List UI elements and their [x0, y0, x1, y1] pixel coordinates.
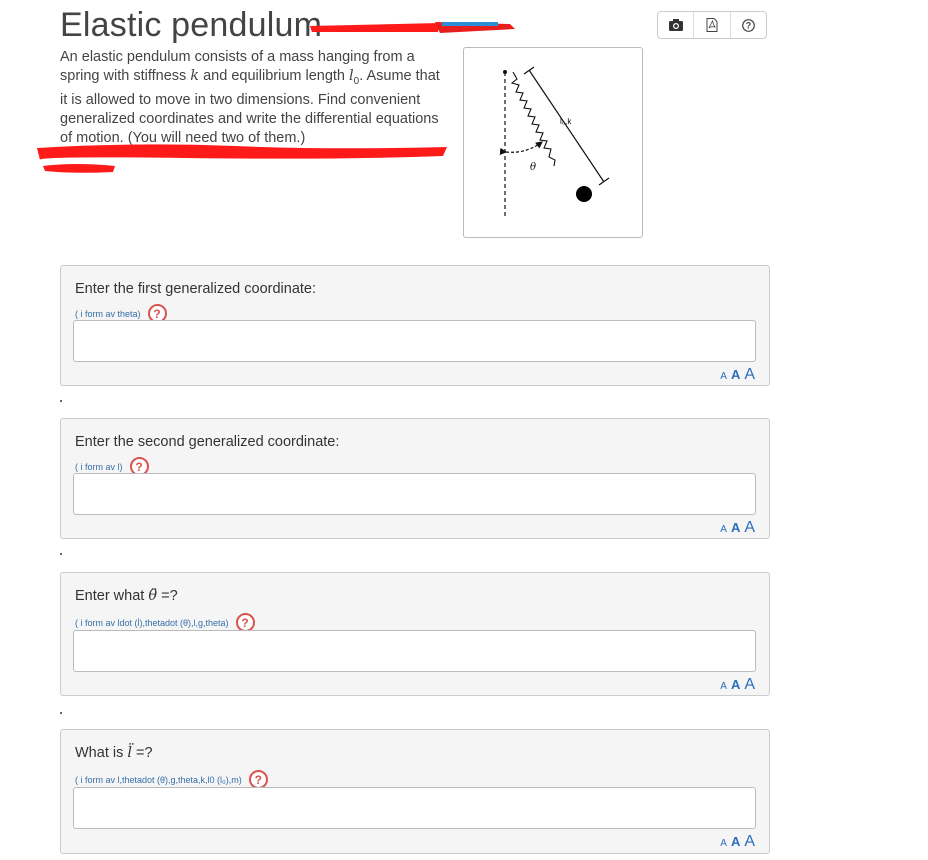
question-prompt: Enter the second generalized coordinate:	[75, 434, 340, 450]
font-size-controls: A A A	[720, 366, 755, 384]
font-size-controls: A A A	[720, 519, 755, 537]
font-size-large-button[interactable]: A	[744, 833, 755, 851]
mass-bob	[576, 186, 592, 202]
font-size-large-button[interactable]: A	[744, 676, 755, 694]
camera-button[interactable]	[658, 12, 695, 38]
font-size-controls: A A A	[720, 833, 755, 851]
svg-text:?: ?	[746, 20, 752, 30]
question-prompt: Enter the first generalized coordinate:	[75, 281, 316, 297]
pendulum-diagram: l₀,k θ	[499, 66, 610, 218]
spring-label: l₀,k	[560, 117, 572, 126]
problem-description: An elastic pendulum consists of a mass h…	[60, 49, 440, 146]
page-title: Elastic pendulum	[60, 6, 323, 44]
question-prompt: What is l̈ =?	[75, 745, 153, 761]
font-size-small-button[interactable]: A	[720, 838, 727, 849]
redaction-mark	[37, 144, 447, 173]
separator-dot	[60, 400, 62, 402]
redaction-mark	[310, 22, 515, 33]
pendulum-figure: l₀,k θ	[463, 47, 643, 238]
pdf-button[interactable]	[694, 12, 731, 38]
angle-label: θ	[530, 162, 536, 173]
font-size-medium-button[interactable]: A	[731, 834, 740, 849]
font-size-medium-button[interactable]: A	[731, 367, 740, 382]
answer-input-first-coordinate[interactable]	[73, 320, 756, 362]
font-size-small-button[interactable]: A	[720, 371, 727, 382]
font-size-medium-button[interactable]: A	[731, 520, 740, 535]
font-size-small-button[interactable]: A	[720, 681, 727, 692]
font-size-small-button[interactable]: A	[720, 524, 727, 535]
font-size-medium-button[interactable]: A	[731, 677, 740, 692]
question-panel-3: Enter what θ̈ =? ( i form av ldot (l̇),t…	[60, 572, 770, 696]
separator-dot	[60, 712, 62, 714]
question-panel-2: Enter the second generalized coordinate:…	[60, 418, 770, 539]
camera-icon	[668, 19, 683, 31]
question-panel-4: What is l̈ =? ( i form av l,thetadot (θ̇…	[60, 729, 770, 854]
answer-input-theta-ddot[interactable]	[73, 630, 756, 672]
help-button[interactable]: ?	[731, 12, 766, 38]
toolbar: ?	[657, 11, 767, 39]
question-prompt: Enter what θ̈ =?	[75, 588, 178, 604]
separator-dot	[60, 553, 62, 555]
pdf-icon	[706, 18, 718, 32]
answer-input-l-ddot[interactable]	[73, 787, 756, 829]
font-size-large-button[interactable]: A	[744, 366, 755, 384]
font-size-controls: A A A	[720, 676, 755, 694]
font-size-large-button[interactable]: A	[744, 519, 755, 537]
answer-input-second-coordinate[interactable]	[73, 473, 756, 515]
question-panel-1: Enter the first generalized coordinate: …	[60, 265, 770, 386]
help-icon: ?	[741, 18, 755, 32]
